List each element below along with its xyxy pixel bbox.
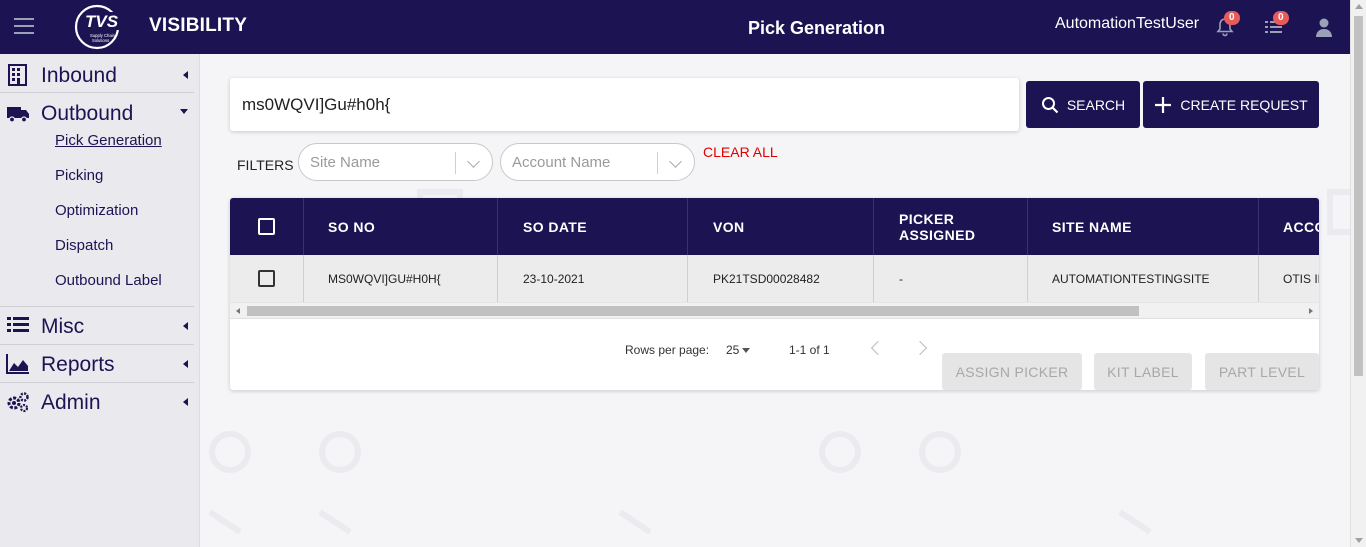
previous-page-icon[interactable] (870, 340, 886, 356)
cell-so-date: 23-10-2021 (498, 255, 688, 302)
column-header-account[interactable]: ACCO (1259, 198, 1319, 255)
sidebar-item-label: Misc (41, 315, 85, 338)
sidebar-subitem-pick-generation[interactable]: Pick Generation (55, 132, 162, 149)
list-icon[interactable]: 0 (1263, 11, 1289, 38)
caret-left-icon (183, 322, 188, 330)
picker-header-line1: PICKER (899, 210, 955, 227)
sidebar-item-label: Admin (41, 391, 101, 414)
tvs-logo: TVS Supply Chain Solutions (74, 4, 124, 50)
picker-header-line2: ASSIGNED (899, 226, 976, 243)
scrollbar-thumb[interactable] (247, 306, 1139, 316)
sidebar-item-inbound[interactable]: Inbound (0, 56, 194, 94)
tasks-badge: 0 (1273, 11, 1289, 25)
account-name-placeholder: Account Name (512, 154, 611, 171)
search-icon (1041, 96, 1059, 113)
sidebar-subitem-outbound-label[interactable]: Outbound Label (55, 272, 162, 289)
bell-icon[interactable]: 0 (1214, 11, 1240, 38)
menu-icon[interactable] (14, 18, 34, 34)
account-name-select[interactable]: Account Name (500, 143, 695, 181)
select-divider (455, 152, 456, 174)
column-header-so-no[interactable]: SO NO (304, 198, 498, 255)
sidebar-subitem-dispatch[interactable]: Dispatch (55, 237, 113, 254)
sidebar-subitem-picking[interactable]: Picking (55, 167, 103, 184)
building-icon (8, 64, 27, 86)
sidebar-item-label: Inbound (41, 64, 117, 87)
column-header-von[interactable]: VON (688, 198, 874, 255)
site-name-select[interactable]: Site Name (298, 143, 493, 181)
scroll-left-arrow-icon[interactable] (236, 308, 240, 314)
column-header-picker-assigned[interactable]: PICKER ASSIGNED (874, 198, 1028, 255)
scroll-down-arrow-icon[interactable] (1355, 538, 1363, 543)
cell-von: PK21TSD00028482 (688, 255, 874, 302)
clear-all-button[interactable]: CLEAR ALL (703, 144, 778, 160)
user-icon[interactable] (1313, 16, 1335, 38)
main-content: SEARCH CREATE REQUEST FILTERS Site Name … (200, 54, 1350, 547)
sidebar-item-outbound[interactable]: Outbound (0, 94, 194, 132)
search-button[interactable]: SEARCH (1026, 81, 1140, 128)
part-level-button[interactable]: PART LEVEL (1205, 353, 1319, 390)
search-button-label: SEARCH (1066, 96, 1126, 113)
list-icon (7, 317, 29, 332)
table-row[interactable]: MS0WQVI]GU#H0H{ 23-10-2021 PK21TSD000284… (230, 255, 1319, 302)
page-vertical-scrollbar[interactable] (1350, 0, 1366, 547)
caret-down-icon (180, 109, 188, 114)
search-box (230, 78, 1019, 131)
page-title: Pick Generation (748, 18, 886, 38)
dropdown-arrow-icon (742, 348, 751, 354)
top-app-bar: TVS Supply Chain Solutions VISIBILITY Pi… (0, 0, 1350, 54)
rows-per-page-label: Rows per page: (625, 343, 710, 357)
rows-per-page-select[interactable]: 25 (726, 343, 751, 357)
site-name-placeholder: Site Name (310, 154, 381, 171)
cell-so-no: MS0WQVI]GU#H0H{ (304, 255, 498, 302)
sidebar-item-label: Reports (41, 353, 115, 376)
brand-name: VISIBILITY (149, 15, 248, 36)
select-all-checkbox[interactable] (258, 218, 275, 235)
cell-account: OTIS IN (1283, 271, 1319, 286)
gears-icon (7, 392, 29, 413)
results-table-card: SO NO SO DATE VON PICKER ASSIGNED SITE N… (230, 198, 1319, 390)
sidebar-item-admin[interactable]: Admin (0, 383, 194, 421)
search-input[interactable] (242, 92, 1002, 118)
sidebar-item-label: Outbound (41, 102, 134, 125)
header-checkbox-cell (230, 198, 304, 255)
cell-picker-assigned: - (874, 255, 1028, 302)
scroll-up-arrow-icon[interactable] (1355, 4, 1363, 9)
area-chart-icon (6, 354, 29, 374)
kit-label-button[interactable]: KIT LABEL (1094, 353, 1192, 390)
assign-picker-button[interactable]: ASSIGN PICKER (942, 353, 1082, 390)
rows-per-page-value: 25 (726, 343, 740, 357)
caret-left-icon (183, 71, 188, 79)
select-divider (657, 152, 658, 174)
scrollbar-thumb[interactable] (1354, 16, 1363, 376)
sidebar-item-misc[interactable]: Misc (0, 307, 194, 345)
logo-text: TVS (85, 12, 119, 31)
table-header: SO NO SO DATE VON PICKER ASSIGNED SITE N… (230, 198, 1319, 255)
next-page-icon[interactable] (912, 340, 928, 356)
divider (0, 92, 194, 93)
create-request-label: CREATE REQUEST (1180, 96, 1308, 113)
sidebar-item-reports[interactable]: Reports (0, 345, 194, 383)
caret-left-icon (183, 360, 188, 368)
column-header-so-date[interactable]: SO DATE (498, 198, 688, 255)
sidebar-subitem-optimization[interactable]: Optimization (55, 202, 138, 219)
column-header-site-name[interactable]: SITE NAME (1028, 198, 1259, 255)
plus-icon (1155, 96, 1172, 113)
scroll-right-arrow-icon[interactable] (1309, 308, 1313, 314)
sidebar: Inbound Outbound Pick Generation Picking… (0, 54, 200, 547)
filters-label: FILTERS (237, 157, 294, 173)
username[interactable]: AutomationTestUser (1055, 15, 1199, 33)
svg-text:Solutions: Solutions (92, 38, 109, 43)
pagination-range: 1-1 of 1 (789, 343, 830, 357)
table-horizontal-scrollbar[interactable] (230, 302, 1319, 319)
truck-icon (7, 107, 29, 123)
chevron-down-icon (669, 155, 682, 168)
row-checkbox-cell (230, 255, 304, 302)
notification-badge: 0 (1224, 11, 1240, 25)
cell-site-name: AUTOMATIONTESTINGSITE (1028, 255, 1259, 302)
create-request-button[interactable]: CREATE REQUEST (1143, 81, 1319, 128)
row-checkbox[interactable] (258, 270, 275, 287)
chevron-down-icon (467, 155, 480, 168)
caret-left-icon (183, 398, 188, 406)
